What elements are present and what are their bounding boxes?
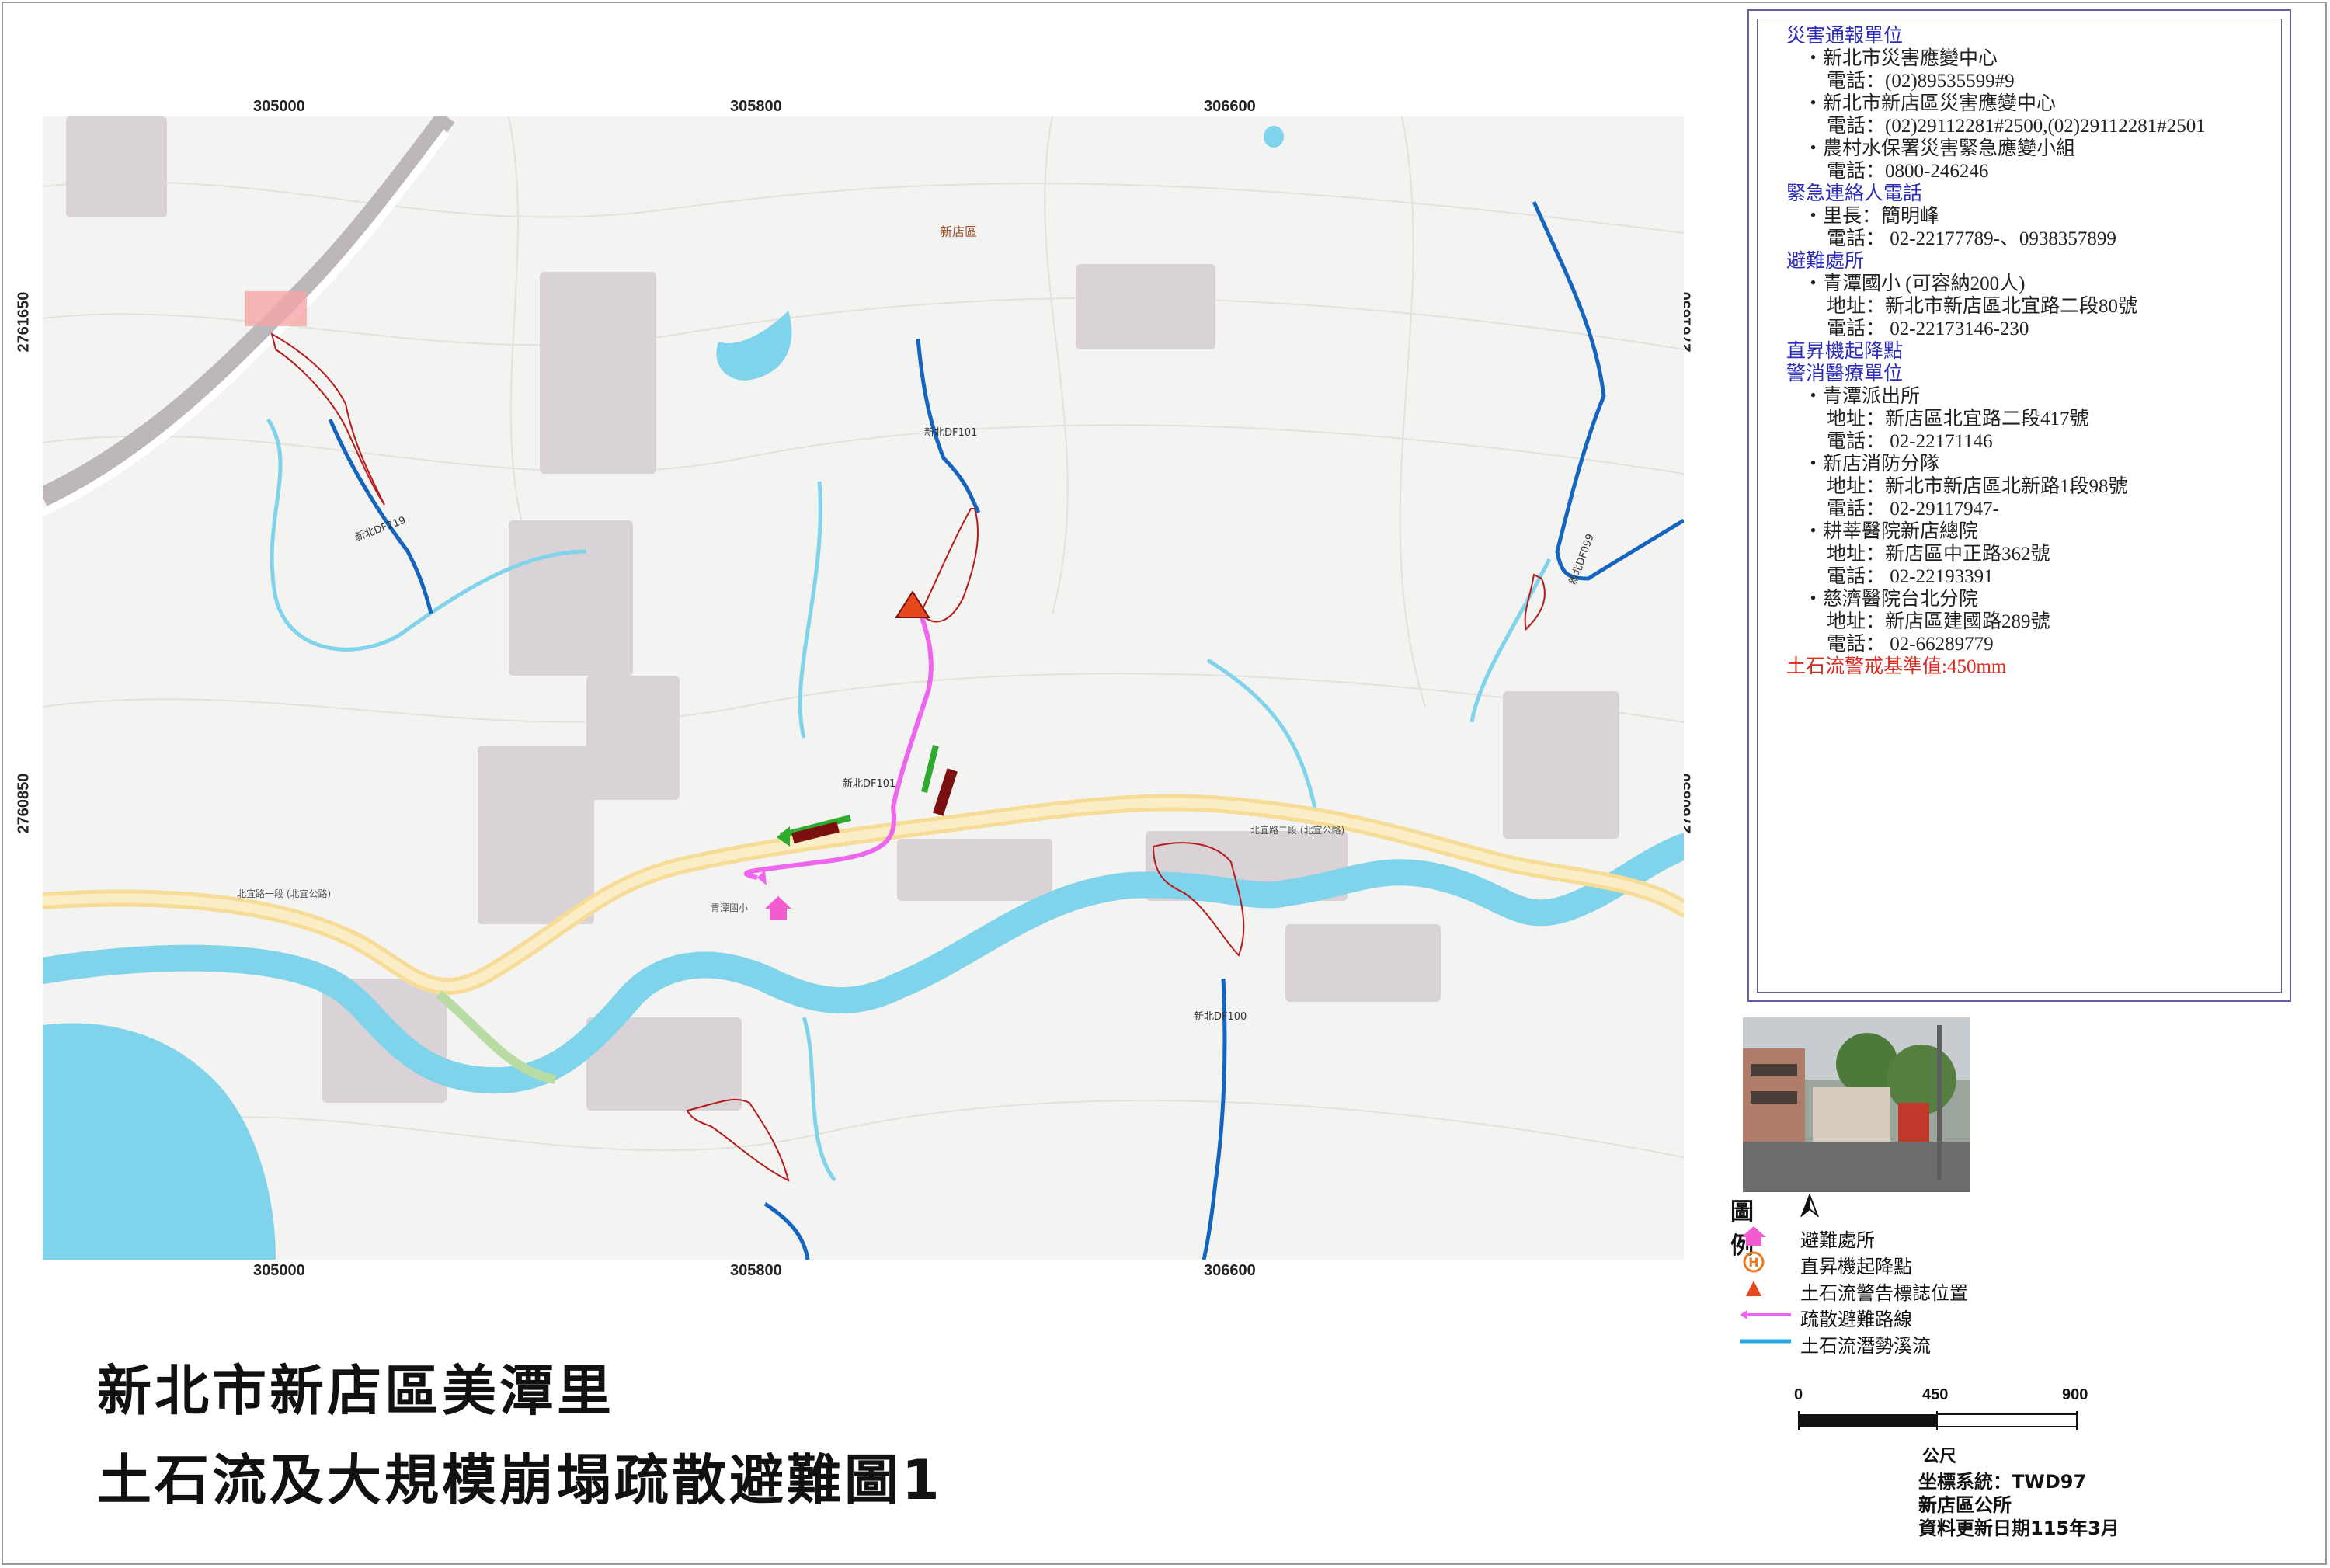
legend-item-label: 土石流警告標誌位置 — [1800, 1282, 1968, 1304]
grid-x-label: 306600 — [1204, 98, 1256, 115]
warning-threshold: 土石流警戒基準值:450mm — [1786, 656, 2007, 677]
page-title: 新北市新店區美潭里 — [97, 1359, 614, 1423]
info-line: ・耕莘醫院新店總院 — [1803, 521, 1979, 542]
road-label: 北宜路二段 (北宜公路) — [1250, 825, 1345, 836]
info-section-heading: 避難處所 — [1786, 251, 1865, 272]
stream-df219-line — [328, 419, 433, 614]
legend-item: 避難處所 — [1738, 1225, 1875, 1251]
legend-item: H 直昇機起降點 — [1738, 1251, 1912, 1278]
info-line: 電話： 02-22173146-230 — [1827, 318, 2029, 339]
info-line: 地址：新店區北宜路二段417號 — [1827, 409, 2089, 429]
scale-label: 900 — [2062, 1386, 2088, 1403]
info-line: 地址：新店區中正路362號 — [1827, 544, 2050, 565]
info-line: 電話： 02-66289779 — [1827, 634, 1994, 655]
legend-item-label: 直昇機起降點 — [1800, 1256, 1912, 1278]
map-drawing — [43, 116, 1684, 1260]
info-line: ・青潭派出所 — [1803, 386, 1921, 407]
grid-x-label: 305000 — [253, 1262, 305, 1279]
info-line: 地址：新北市新店區北新路1段98號 — [1827, 476, 2128, 497]
legend-item-label: 疏散避難路線 — [1800, 1309, 1912, 1330]
info-text: 災害通報單位 ・新北市災害應變中心 電話：(02)89535599#9 ・新北市新店區… — [1786, 25, 2206, 678]
legend-item-label: 土石流潛勢溪流 — [1800, 1335, 1931, 1357]
legend-item-label: 避難處所 — [1800, 1229, 1875, 1251]
info-line: 電話： 02-22193391 — [1827, 566, 1994, 587]
info-section-heading: 警消醫療單位 — [1786, 363, 1904, 384]
north-arrow-icon — [1800, 1194, 1819, 1217]
evacuation-arrow-icon — [1740, 1310, 1791, 1319]
info-line: ・農村水保署災害緊急應變小組 — [1803, 138, 2076, 159]
info-line: 電話：(02)29112281#2500,(02)29112281#2501 — [1827, 116, 2206, 137]
stream-label: 新北DF101 — [924, 427, 978, 439]
info-section-heading: 緊急連絡人電話 — [1786, 183, 1923, 204]
map-canvas[interactable]: 新店區 新北DF101 新北DF101 新北DF099 新北DF100 新北DF… — [43, 116, 1684, 1260]
info-line: 電話： 02-22171146 — [1827, 431, 1993, 452]
school-label: 青潭國小 — [711, 902, 749, 913]
reservoir — [43, 1023, 276, 1260]
road-label: 北宜路一段 (北宜公路) — [237, 888, 332, 899]
info-section-heading: 災害通報單位 — [1786, 26, 1904, 47]
page-subtitle: 土石流及大規模崩塌疏散避難圖1 — [97, 1448, 943, 1512]
info-line: 電話： 02-29117947- — [1827, 499, 1999, 520]
scale-unit: 公尺 — [1922, 1447, 1957, 1466]
stream-label: 新北DF101 — [843, 778, 896, 790]
grid-x-label: 305800 — [730, 1262, 782, 1279]
info-line: ・青潭國小 (可容納200人) — [1803, 273, 2026, 294]
update-date-label: 資料更新日期115年3月 — [1918, 1518, 2120, 1539]
svg-text:H: H — [1748, 1255, 1758, 1270]
info-line: 地址：新店區建國路289號 — [1827, 611, 2050, 632]
district-label: 新店區 — [940, 224, 978, 239]
warning-triangle-icon — [1746, 1281, 1761, 1296]
pond — [1264, 126, 1284, 148]
info-line: 地址：新北市新店區北宜路二段80號 — [1827, 296, 2138, 317]
info-line: ・新北市新店區災害應變中心 — [1803, 93, 2057, 114]
info-line: 電話： 02-22177789-、0938357899 — [1827, 228, 2116, 249]
info-panel: 災害通報單位 ・新北市災害應變中心 電話：(02)89535599#9 ・新北市新店區… — [1748, 9, 2291, 1002]
scale-graphic — [1798, 1411, 2078, 1430]
info-line: ・里長：簡明峰 — [1803, 206, 1940, 227]
shelter-photo — [1743, 1017, 1970, 1192]
debris-flow-streams — [328, 200, 1684, 1260]
scale-label: 450 — [1922, 1386, 1949, 1403]
grid-y-label: 2760850 — [15, 773, 33, 834]
helipad-icon: H — [1743, 1251, 1765, 1273]
info-line: ・慈濟醫院台北分院 — [1803, 589, 1979, 610]
info-line: ・新店消防分隊 — [1803, 454, 1940, 475]
stream-label: 新北DF100 — [1194, 1011, 1247, 1023]
grid-y-label: 2761650 — [15, 291, 33, 353]
stream-minor-line — [763, 1201, 810, 1260]
shelter-house-icon — [1741, 1226, 1766, 1246]
info-line: 電話：0800-246246 — [1827, 161, 1989, 182]
debris-stream-line-icon — [1740, 1339, 1791, 1344]
grid-x-label: 305000 — [253, 98, 305, 115]
legend-item: 土石流警告標誌位置 — [1738, 1278, 1968, 1304]
legend-item: 疏散避難路線 — [1738, 1304, 1912, 1330]
stream-df099-line — [1532, 200, 1684, 581]
grid-x-label: 305800 — [730, 98, 782, 115]
grid-x-label: 306600 — [1204, 1262, 1256, 1279]
scale-label: 0 — [1794, 1386, 1803, 1403]
info-line: 電話：(02)89535599#9 — [1827, 71, 2015, 92]
shelter-house-icon — [765, 896, 791, 920]
pond — [716, 311, 792, 381]
legend-item: 土石流潛勢溪流 — [1738, 1330, 1931, 1357]
info-line: ・新北市災害應變中心 — [1803, 48, 1998, 69]
info-section-heading: 直昇機起降點 — [1786, 341, 1904, 362]
route-label-box — [933, 768, 958, 816]
